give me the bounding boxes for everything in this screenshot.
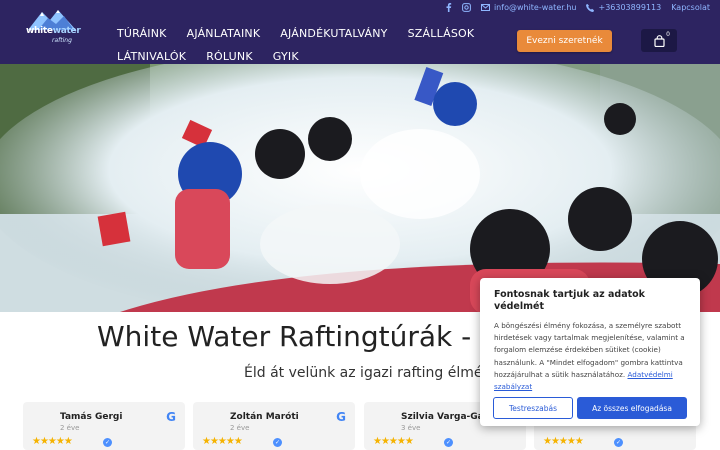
cart-count-badge: 0 [664,31,672,38]
star-rating: ★★★★★ [543,436,584,447]
email-text: info@white-water.hu [493,3,577,12]
phone-text: +36303899113 [598,3,662,12]
review-date: 2 éve [230,424,250,432]
book-rafting-button[interactable]: Evezni szeretnék [517,30,612,52]
shopping-bag-icon [653,34,665,47]
review-card: Tamás Gergi 2 éve G ★★★★★ ✓ [23,402,185,450]
page-subtitle: Éld át velünk az igazi rafting élményt! [244,365,511,381]
customize-button[interactable]: Testreszabás [493,397,573,419]
logo-text: whitewater [26,26,81,36]
verified-icon: ✓ [444,438,453,447]
review-date: 2 éve [60,424,80,432]
review-card: Zoltán Maróti 2 éve G ★★★★★ ✓ [193,402,355,450]
page-title: White Water Raftingtúrák - Ev [97,320,515,353]
google-icon: G [336,410,346,424]
phone-link[interactable]: +36303899113 [586,3,661,12]
nav-row-1: TÚRÁINK AJÁNLATAINK AJÁNDÉKUTALVÁNY SZÁL… [117,22,474,45]
email-link[interactable]: info@white-water.hu [480,3,577,12]
top-contact-bar: info@white-water.hu +36303899113 Kapcsol… [445,3,710,12]
phone-icon [586,3,595,12]
logo[interactable]: whitewater rafting [26,8,81,44]
nav-item-rolunk[interactable]: RÓLUNK [206,50,253,63]
instagram-icon[interactable] [462,3,471,12]
hero-image [0,64,720,312]
cookie-title: Fontosnak tartjuk az adatok védelmét [494,289,645,312]
rafting-photo [0,64,720,312]
reviewer-name: Tamás Gergi [60,412,123,422]
nav-item-latnivalok[interactable]: LÁTNIVALÓK [117,50,186,63]
nav-item-szallasok[interactable]: SZÁLLÁSOK [408,27,475,40]
site-header: whitewater rafting info@white-water.hu +… [0,0,720,64]
logo-subtext: rafting [52,37,72,44]
verified-icon: ✓ [273,438,282,447]
cart-button[interactable]: 0 [641,29,677,52]
review-date: 3 éve [401,424,421,432]
nav-item-turaink[interactable]: TÚRÁINK [117,27,167,40]
nav-item-ajandekutalvany[interactable]: AJÁNDÉKUTALVÁNY [280,27,387,40]
verified-icon: ✓ [614,438,623,447]
nav-item-gyik[interactable]: GYIK [273,50,299,63]
reviewer-name: Szilvia Varga-Gál [401,412,487,422]
contact-link[interactable]: Kapcsolat [671,3,710,12]
google-icon: G [166,410,176,424]
facebook-icon[interactable] [445,3,452,12]
star-rating: ★★★★★ [373,436,414,447]
main-nav: TÚRÁINK AJÁNLATAINK AJÁNDÉKUTALVÁNY SZÁL… [117,22,474,68]
accept-all-button[interactable]: Az összes elfogadása [577,397,687,419]
nav-item-ajanlataink[interactable]: AJÁNLATAINK [187,27,261,40]
envelope-icon [480,4,490,11]
star-rating: ★★★★★ [202,436,243,447]
cookie-body: A böngészési élmény fokozása, a személyr… [494,320,690,393]
cookie-consent-dialog: Fontosnak tartjuk az adatok védelmét A b… [480,278,700,426]
verified-icon: ✓ [103,438,112,447]
reviewer-name: Zoltán Maróti [230,412,299,422]
star-rating: ★★★★★ [32,436,73,447]
